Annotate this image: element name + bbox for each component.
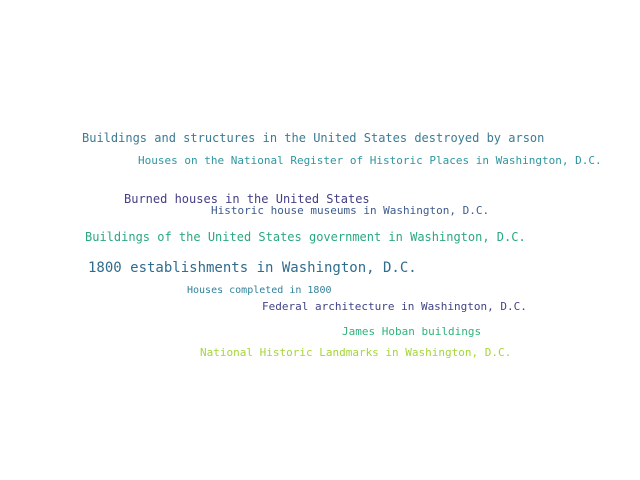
word-cloud-phrase: Buildings of the United States governmen… — [85, 230, 526, 244]
word-cloud-phrase: Federal architecture in Washington, D.C. — [262, 300, 527, 313]
word-cloud-phrase: Historic house museums in Washington, D.… — [211, 204, 490, 217]
word-cloud-phrase: James Hoban buildings — [342, 325, 482, 338]
word-cloud-phrase: National Historic Landmarks in Washingto… — [200, 346, 512, 359]
word-cloud-phrase: Houses on the National Register of Histo… — [138, 154, 602, 167]
word-cloud-phrase: 1800 establishments in Washington, D.C. — [88, 260, 417, 276]
word-cloud: Buildings and structures in the United S… — [0, 0, 640, 480]
word-cloud-phrase: Buildings and structures in the United S… — [82, 131, 545, 145]
word-cloud-phrase: Houses completed in 1800 — [187, 285, 332, 296]
